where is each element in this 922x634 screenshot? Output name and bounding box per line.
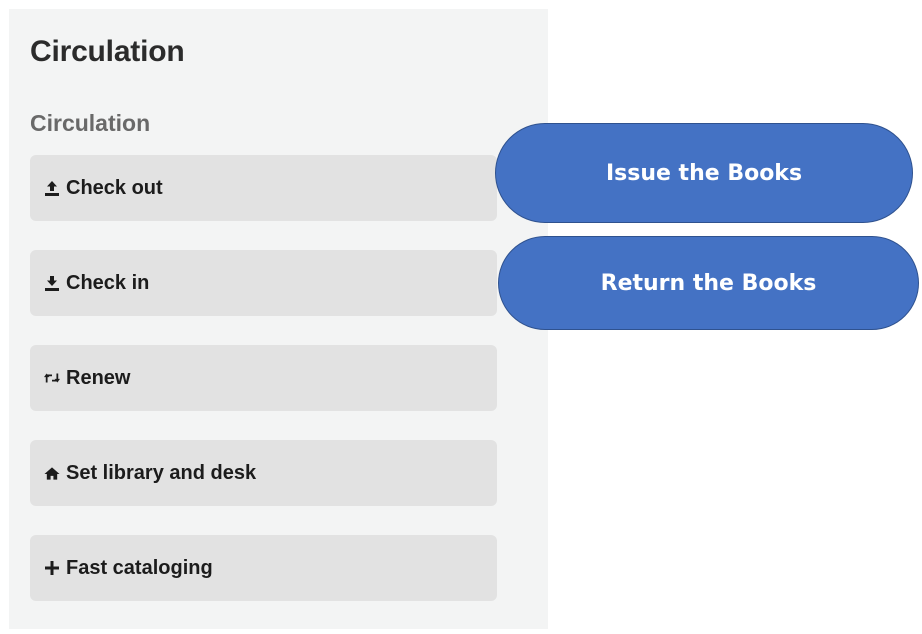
page-title: Circulation [30, 35, 185, 68]
fast-cataloging-button[interactable]: Fast cataloging [30, 535, 497, 601]
set-library-and-desk-label: Set library and desk [66, 461, 257, 484]
fast-cataloging-label: Fast cataloging [66, 556, 213, 579]
retweet-icon [44, 369, 60, 387]
return-books-callout-text: Return the Books [600, 270, 817, 296]
issue-books-callout: Issue the Books [495, 123, 913, 223]
issue-books-callout-text: Issue the Books [605, 160, 803, 186]
plus-icon [44, 559, 60, 577]
check-in-label: Check in [66, 271, 150, 294]
section-title: Circulation [30, 110, 151, 136]
check-in-button[interactable]: Check in [30, 250, 497, 316]
circulation-panel: Circulation Circulation Check out Check … [9, 9, 548, 629]
download-tray-icon [44, 274, 60, 292]
home-icon [44, 464, 60, 482]
check-out-button[interactable]: Check out [30, 155, 497, 221]
check-out-label: Check out [66, 176, 163, 199]
set-library-and-desk-button[interactable]: Set library and desk [30, 440, 497, 506]
return-books-callout: Return the Books [498, 236, 919, 330]
renew-label: Renew [66, 366, 131, 389]
upload-tray-icon [44, 179, 60, 197]
renew-button[interactable]: Renew [30, 345, 497, 411]
